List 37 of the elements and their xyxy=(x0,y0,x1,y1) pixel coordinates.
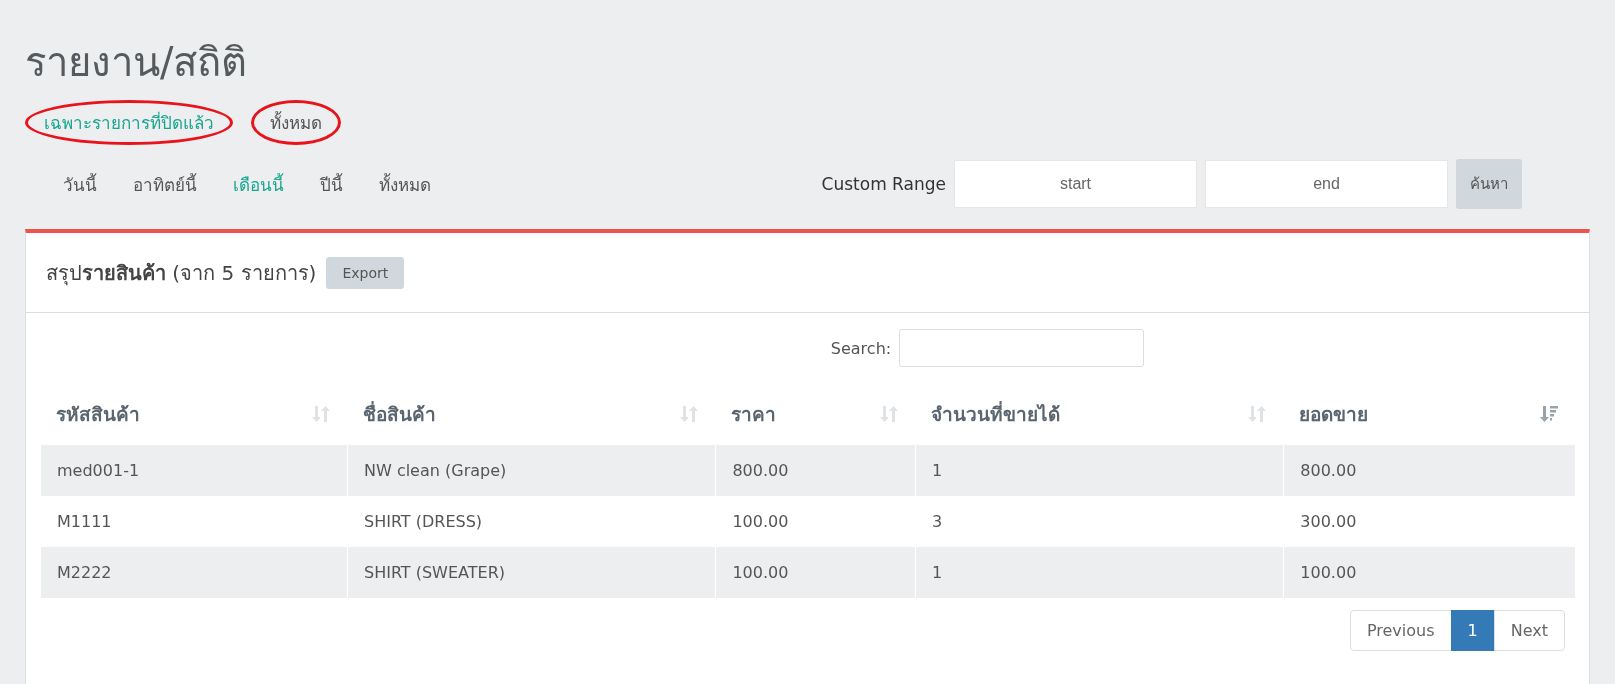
pagination-button[interactable]: 1 xyxy=(1450,610,1495,651)
sort-icon[interactable] xyxy=(1247,404,1268,424)
column-header[interactable]: ยอดขาย xyxy=(1299,399,1369,429)
sort-icon[interactable] xyxy=(878,404,899,424)
table-cell: 100.00 xyxy=(1283,547,1575,598)
table-cell: 1 xyxy=(914,547,1284,598)
column-header[interactable]: ชื่อสินค้า xyxy=(363,399,436,429)
circled-filter-link[interactable]: ทั้งหมด xyxy=(251,100,341,145)
column-header[interactable]: จำนวนที่ขายได้ xyxy=(930,399,1060,429)
table-cell: SHIRT (SWEATER) xyxy=(347,547,716,598)
period-tab[interactable]: ปีนี้ xyxy=(302,162,361,206)
export-button[interactable]: Export xyxy=(326,256,405,289)
table-cell: 800.00 xyxy=(715,445,915,496)
pagination-button[interactable]: Previous xyxy=(1349,610,1452,651)
search-label: Search: xyxy=(830,338,892,358)
column-header[interactable]: ราคา xyxy=(731,399,777,429)
period-tab[interactable]: วันนี้ xyxy=(45,162,115,206)
custom-range-label: Custom Range xyxy=(821,174,946,194)
pagination-button[interactable]: Next xyxy=(1493,610,1565,651)
page-title: รายงาน/สถิติ xyxy=(25,38,249,87)
table-cell: 100.00 xyxy=(715,547,915,598)
table-cell: med001-1 xyxy=(40,445,347,496)
sort-icon[interactable] xyxy=(679,404,700,424)
table-cell: 1 xyxy=(914,445,1284,496)
period-tab[interactable]: อาทิตย์นี้ xyxy=(115,162,215,206)
period-tab[interactable]: ทั้งหมด xyxy=(361,162,449,206)
table-cell: NW clean (Grape) xyxy=(347,445,716,496)
sort-icon[interactable] xyxy=(311,404,331,424)
column-header[interactable]: รหัสสินค้า xyxy=(56,399,140,429)
sort-descending-icon[interactable] xyxy=(1539,404,1559,424)
end-date-field[interactable]: end xyxy=(1205,160,1448,208)
search-field[interactable] xyxy=(899,329,1145,367)
start-date-field[interactable]: start xyxy=(954,160,1197,208)
table-cell: 800.00 xyxy=(1283,445,1575,496)
panel-title: สรุปรายสินค้า (จาก 5 รายการ) xyxy=(46,259,317,288)
search-button[interactable]: ค้นหา xyxy=(1456,159,1522,209)
table-cell: M2222 xyxy=(40,547,347,598)
